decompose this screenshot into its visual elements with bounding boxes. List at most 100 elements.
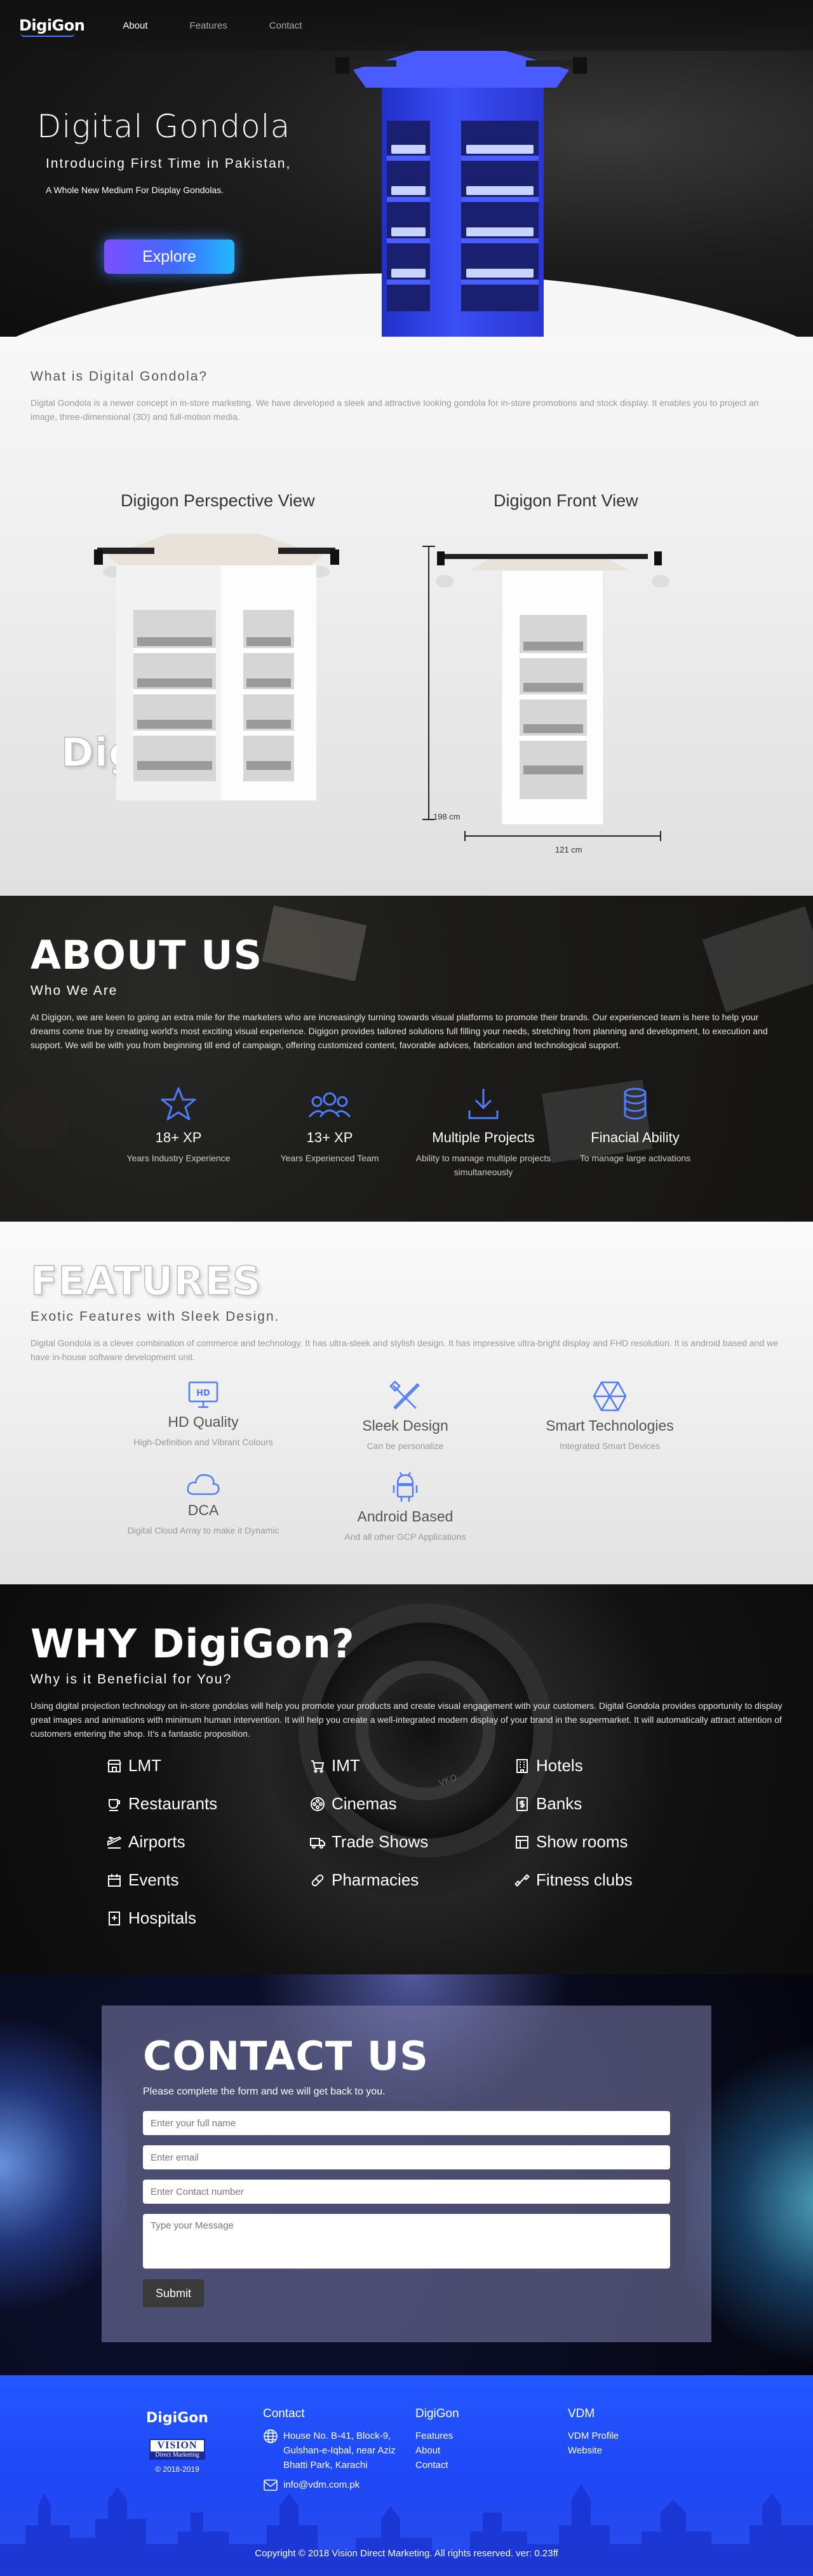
place-name: Banks — [536, 1794, 582, 1813]
hexagon-icon — [593, 1381, 627, 1412]
design-tools-icon — [389, 1380, 420, 1410]
envelope-icon — [264, 2479, 278, 2491]
hospital-icon — [109, 1911, 120, 1925]
nav-link-about[interactable]: About — [123, 20, 147, 31]
room-icon — [516, 1835, 528, 1849]
place-name: LMT — [128, 1756, 161, 1775]
width-dimension: 121 cm — [555, 845, 582, 854]
calendar-icon — [108, 1873, 121, 1887]
cup-icon — [109, 1798, 120, 1811]
place-banks: Banks — [514, 1794, 582, 1814]
footer-logo[interactable]: DigiGon — [142, 2410, 212, 2426]
contact-title: CONTACT US — [143, 2033, 429, 2079]
coffee-cup-decoration — [0, 1086, 70, 1150]
email-field[interactable] — [143, 2145, 670, 2169]
footer-link-website[interactable]: Website — [568, 2443, 619, 2458]
footer-link-vdm-profile[interactable]: VDM Profile — [568, 2429, 619, 2443]
width-dimension-line — [464, 831, 661, 841]
place-restaurants: Restaurants — [107, 1794, 217, 1814]
vision-logo: VISION Direct Marketing — [149, 2439, 205, 2460]
feature-desc: Integrated Smart Devices — [560, 1441, 660, 1451]
submit-button[interactable]: Submit — [143, 2279, 204, 2307]
stat-label: Years Industry Experience — [126, 1153, 231, 1163]
place-name: Cinemas — [332, 1794, 397, 1813]
height-dimension: 198 cm — [433, 812, 460, 821]
stat-projects: Multiple Projects Ability to manage mult… — [410, 1085, 556, 1179]
hero-subtitle: Introducing First Time in Pakistan, — [46, 156, 292, 171]
place-name: Airports — [128, 1832, 185, 1851]
place-trade-shows: Trade Shows — [310, 1832, 428, 1852]
feature-name: Smart Technologies — [546, 1417, 674, 1434]
nav-links: About Features Contact — [123, 20, 344, 31]
about-title: ABOUT US — [30, 932, 263, 978]
footer-digigon-links: DigiGon Features About Contact — [415, 2407, 459, 2472]
feature-name: Sleek Design — [362, 1417, 448, 1434]
why-title: WHY DigiGon? — [30, 1621, 355, 1667]
shop-icon — [107, 1759, 121, 1772]
footer-address: House No. B-41, Block-9, Gulshan-e-Iqbal… — [263, 2429, 396, 2472]
footer: DigiGon VISION Direct Marketing © 2018-2… — [0, 2375, 813, 2576]
footer-contact: Contact House No. B-41, Block-9, Gulshan… — [263, 2407, 396, 2492]
footer-link-about[interactable]: About — [415, 2443, 459, 2458]
digigon-section: DigiGon™ What is Digital Gondola? Digita… — [0, 337, 813, 896]
front-gondola-image — [422, 546, 669, 825]
place-name: Hotels — [536, 1756, 583, 1775]
place-pharmacies: Pharmacies — [310, 1870, 419, 1890]
message-field[interactable] — [143, 2214, 670, 2269]
name-field[interactable] — [143, 2111, 670, 2135]
feature-name: Android Based — [357, 1508, 454, 1525]
place-show-rooms: Show rooms — [514, 1832, 628, 1852]
stat-value: 13+ XP — [306, 1130, 353, 1145]
explore-button[interactable]: Explore — [104, 239, 234, 274]
svg-text:HD: HD — [196, 1389, 210, 1398]
stat-value: Finacial Ability — [591, 1130, 680, 1145]
hd-icon: HD — [188, 1381, 218, 1408]
digigon-subtitle: What is Digital Gondola? — [30, 369, 208, 384]
nav-logo[interactable]: DigiGon — [19, 17, 85, 37]
footer-link-contact[interactable]: Contact — [415, 2458, 459, 2472]
phone-field[interactable] — [143, 2180, 670, 2204]
film-reel-icon — [311, 1797, 325, 1811]
nav-link-features[interactable]: Features — [190, 20, 227, 31]
hero-title: Digital Gondola — [37, 108, 291, 145]
about-text: At Digigon, we are keen to going an extr… — [30, 1012, 768, 1050]
globe-icon — [264, 2429, 278, 2443]
contact-section: CONTACT US Please complete the form and … — [0, 1974, 813, 2375]
top-nav: DigiGon About Features Contact — [0, 0, 813, 51]
feature-sleek-design: Sleek Design Can be personalize — [304, 1380, 507, 1451]
footer-link-features[interactable]: Features — [415, 2429, 459, 2443]
about-subtitle: Who We Are — [30, 983, 118, 998]
hero-tagline: A Whole New Medium For Display Gondolas. — [46, 185, 224, 195]
feature-hd-quality: HD HD Quality High-Definition and Vibran… — [102, 1380, 305, 1447]
place-name: Restaurants — [128, 1794, 218, 1813]
contact-form: CONTACT US Please complete the form and … — [102, 2006, 711, 2342]
footer-digigon-heading: DigiGon — [415, 2407, 459, 2420]
database-icon — [624, 1088, 647, 1120]
why-subtitle: Why is it Beneficial for You? — [30, 1672, 232, 1687]
features-title: FEATURES — [30, 1257, 262, 1305]
plane-icon — [107, 1836, 122, 1849]
features-subtitle: Exotic Features with Sleek Design. — [30, 1309, 280, 1324]
digigon-text: Digital Gondola is a newer concept in in… — [30, 398, 759, 422]
building-icon — [516, 1758, 528, 1773]
stat-label: Ability to manage multiple projects simu… — [415, 1153, 551, 1177]
feature-smart-technologies: Smart Technologies Integrated Smart Devi… — [508, 1380, 711, 1451]
perspective-gondola-image — [94, 534, 339, 800]
why-section: VKO WHY DigiGon? Why is it Beneficial fo… — [0, 1584, 813, 1974]
place-name: Trade Shows — [332, 1832, 429, 1851]
feature-android-based: Android Based And all other GCP Applicat… — [304, 1471, 507, 1542]
place-name: IMT — [332, 1756, 360, 1775]
footer-brand: DigiGon VISION Direct Marketing © 2018-2… — [142, 2410, 212, 2474]
place-name: Hospitals — [128, 1908, 196, 1927]
about-section: ABOUT US Who We Are At Digigon, we are k… — [0, 896, 813, 1222]
nav-link-contact[interactable]: Contact — [269, 20, 302, 31]
feature-desc: And all other GCP Applications — [344, 1532, 466, 1542]
hero-section: DigiGon About Features Contact Digital G… — [0, 0, 813, 337]
place-fitness-clubs: Fitness clubs — [514, 1870, 633, 1890]
footer-vdm-heading: VDM — [568, 2407, 595, 2420]
footer-email[interactable]: info@vdm.com.pk — [263, 2478, 396, 2492]
footer-vdm-links: VDM VDM Profile Website — [568, 2407, 619, 2458]
why-text: Using digital projection technology on i… — [30, 1701, 783, 1739]
footer-contact-heading: Contact — [263, 2407, 305, 2420]
bank-icon — [516, 1797, 528, 1811]
